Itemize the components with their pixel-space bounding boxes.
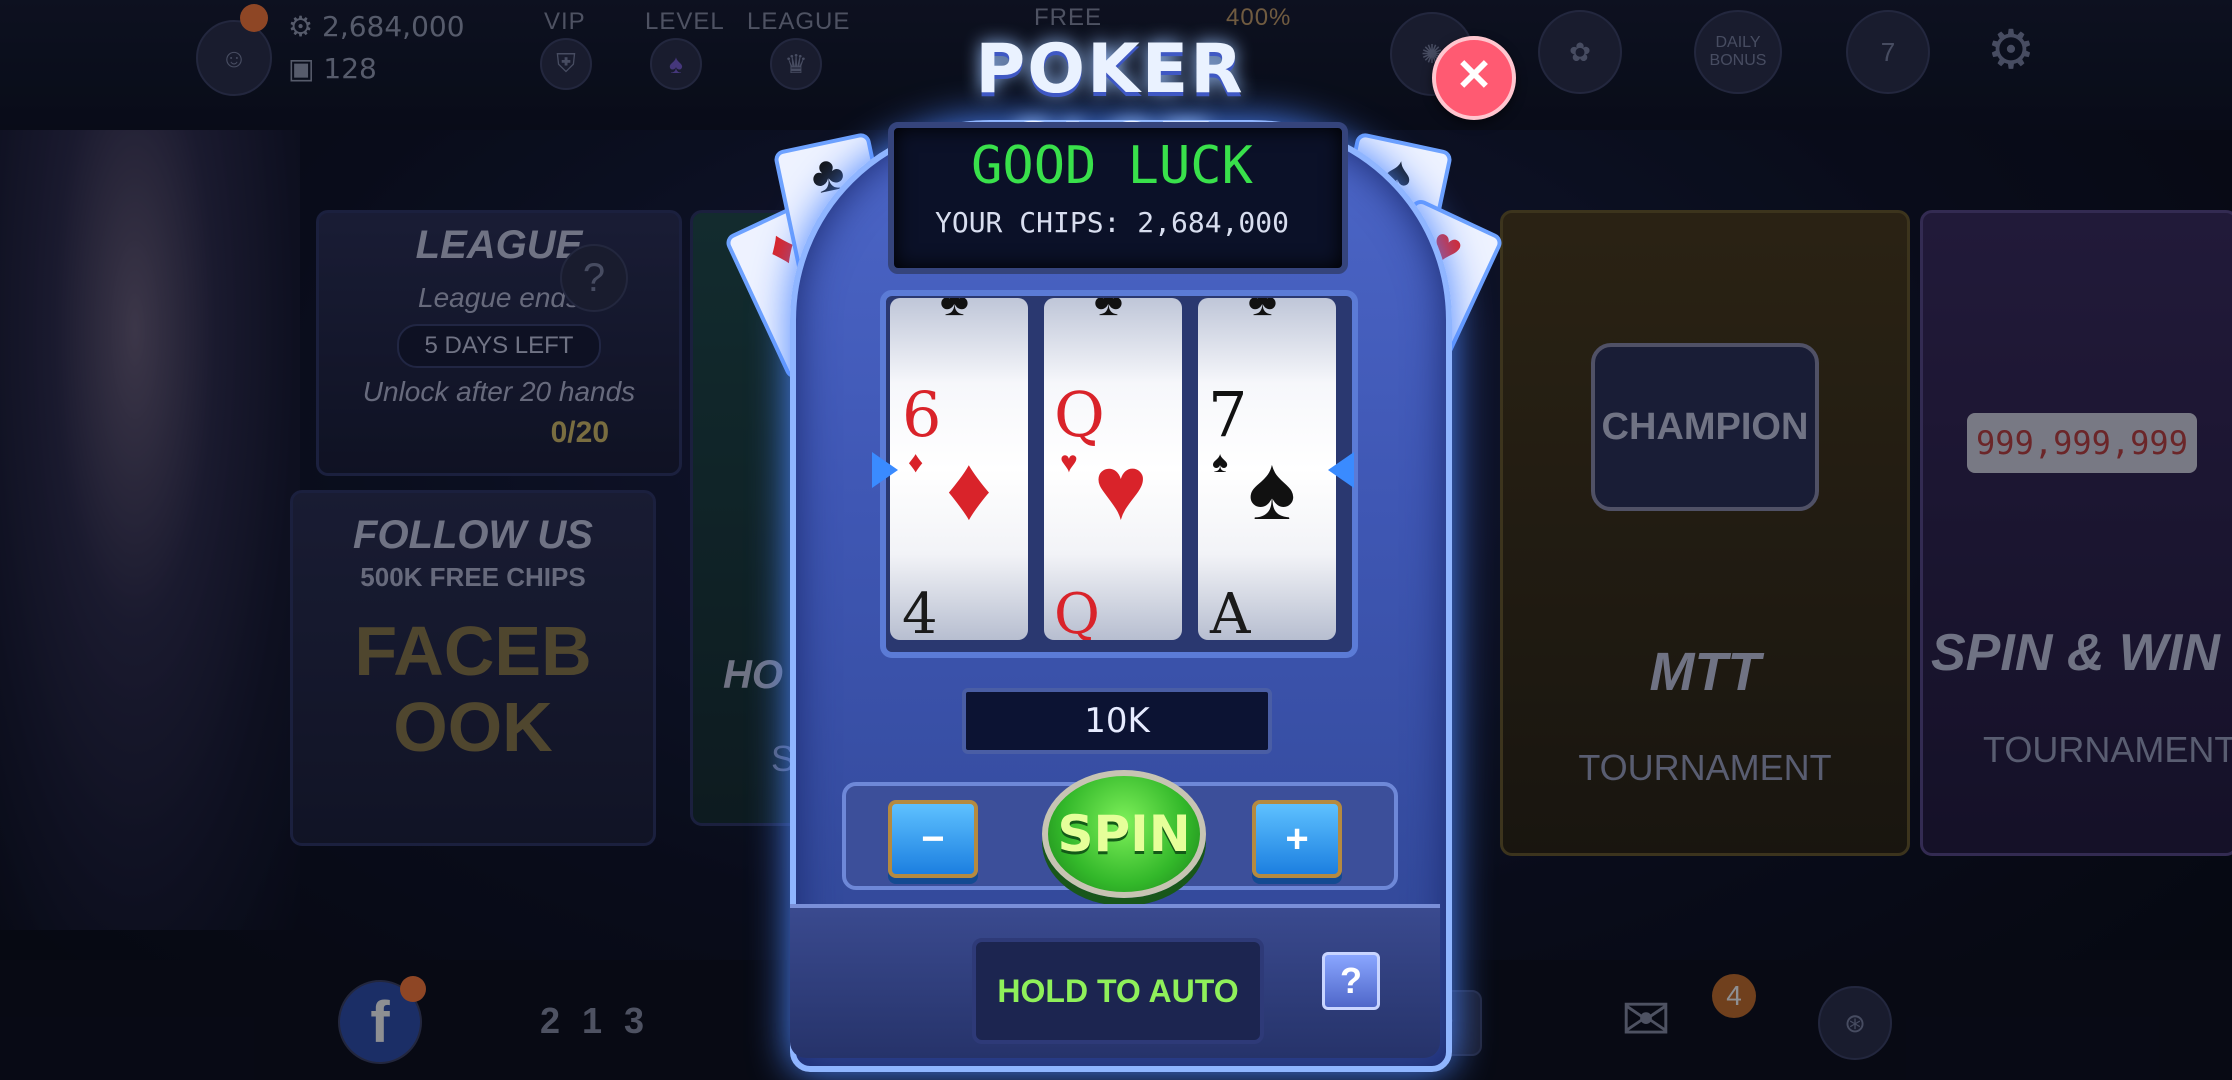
reel-2-prev-suit-icon: ♣	[1094, 298, 1123, 325]
your-chips-text: YOUR CHIPS: 2,684,000	[934, 206, 1289, 239]
reel-1-rank: 6	[902, 378, 942, 451]
reel-1: ♣ 6 ♦ ♦ 4	[890, 298, 1028, 640]
hold-to-auto-button[interactable]: HOLD TO AUTO	[972, 938, 1264, 1044]
reel-2-small-suit-icon: ♥	[1060, 446, 1078, 479]
reel-2: ♣ Q ♥ ♥ Q	[1044, 298, 1182, 640]
reel-2-suit-icon: ♥	[1094, 439, 1148, 539]
spin-button[interactable]: SPIN	[1042, 770, 1206, 898]
reel-1-suit-icon: ♦	[946, 439, 992, 539]
reel-3-prev-suit-icon: ♣	[1248, 298, 1277, 325]
reel-1-prev-suit-icon: ♣	[940, 298, 969, 325]
bet-amount: 10K	[962, 688, 1272, 754]
increase-bet-button[interactable]: +	[1252, 800, 1342, 878]
reel-3-rank: 7	[1208, 378, 1248, 451]
payline-right-arrow-icon	[1328, 452, 1354, 488]
reel-3: ♣ 7 ♠ ♠ A	[1198, 298, 1336, 640]
reel-3-small-suit-icon: ♠	[1212, 446, 1228, 479]
close-button[interactable]: ✕	[1432, 36, 1516, 120]
help-button[interactable]: ?	[1322, 952, 1380, 1010]
reel-1-next-rank: 4	[902, 582, 938, 640]
reel-2-next-rank: Q	[1054, 582, 1100, 640]
reel-3-suit-icon: ♠	[1248, 439, 1296, 539]
status-text: GOOD LUCK	[971, 136, 1253, 196]
reel-3-next-rank: A	[1210, 582, 1251, 640]
spin-label: SPIN	[1057, 805, 1191, 863]
reel-1-small-suit-icon: ♦	[908, 446, 924, 479]
decrease-bet-button[interactable]: −	[888, 800, 978, 878]
payline-left-arrow-icon	[872, 452, 898, 488]
